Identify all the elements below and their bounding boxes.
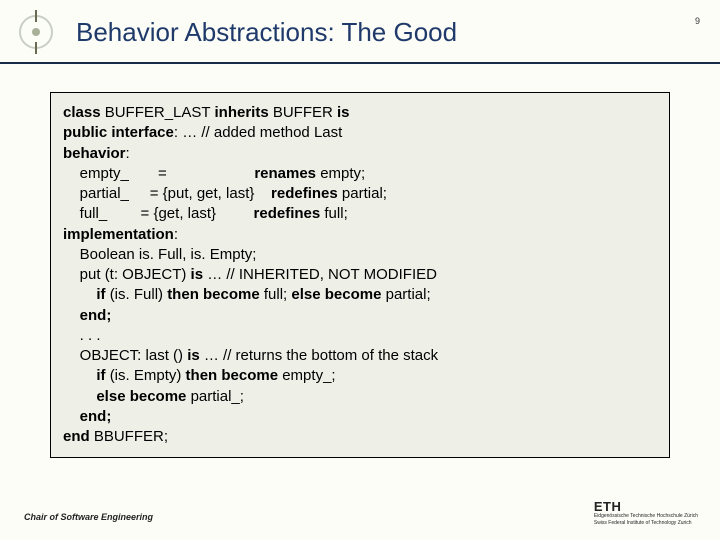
eth-subtitle-1: Eidgenössische Technische Hochschule Zür… — [594, 514, 698, 520]
bullet-logo — [12, 8, 60, 56]
footer-eth-logo: ETH Eidgenössische Technische Hochschule… — [594, 500, 698, 526]
code-block: class BUFFER_LAST inherits BUFFER is pub… — [50, 92, 670, 458]
eth-logo-text: ETH — [594, 500, 698, 513]
slide-header: Behavior Abstractions: The Good — [0, 0, 720, 64]
page-number: 9 — [695, 16, 700, 26]
slide-title: Behavior Abstractions: The Good — [76, 17, 457, 48]
eth-subtitle-2: Swiss Federal Institute of Technology Zu… — [594, 521, 698, 527]
footer-chair: Chair of Software Engineering — [24, 512, 153, 522]
